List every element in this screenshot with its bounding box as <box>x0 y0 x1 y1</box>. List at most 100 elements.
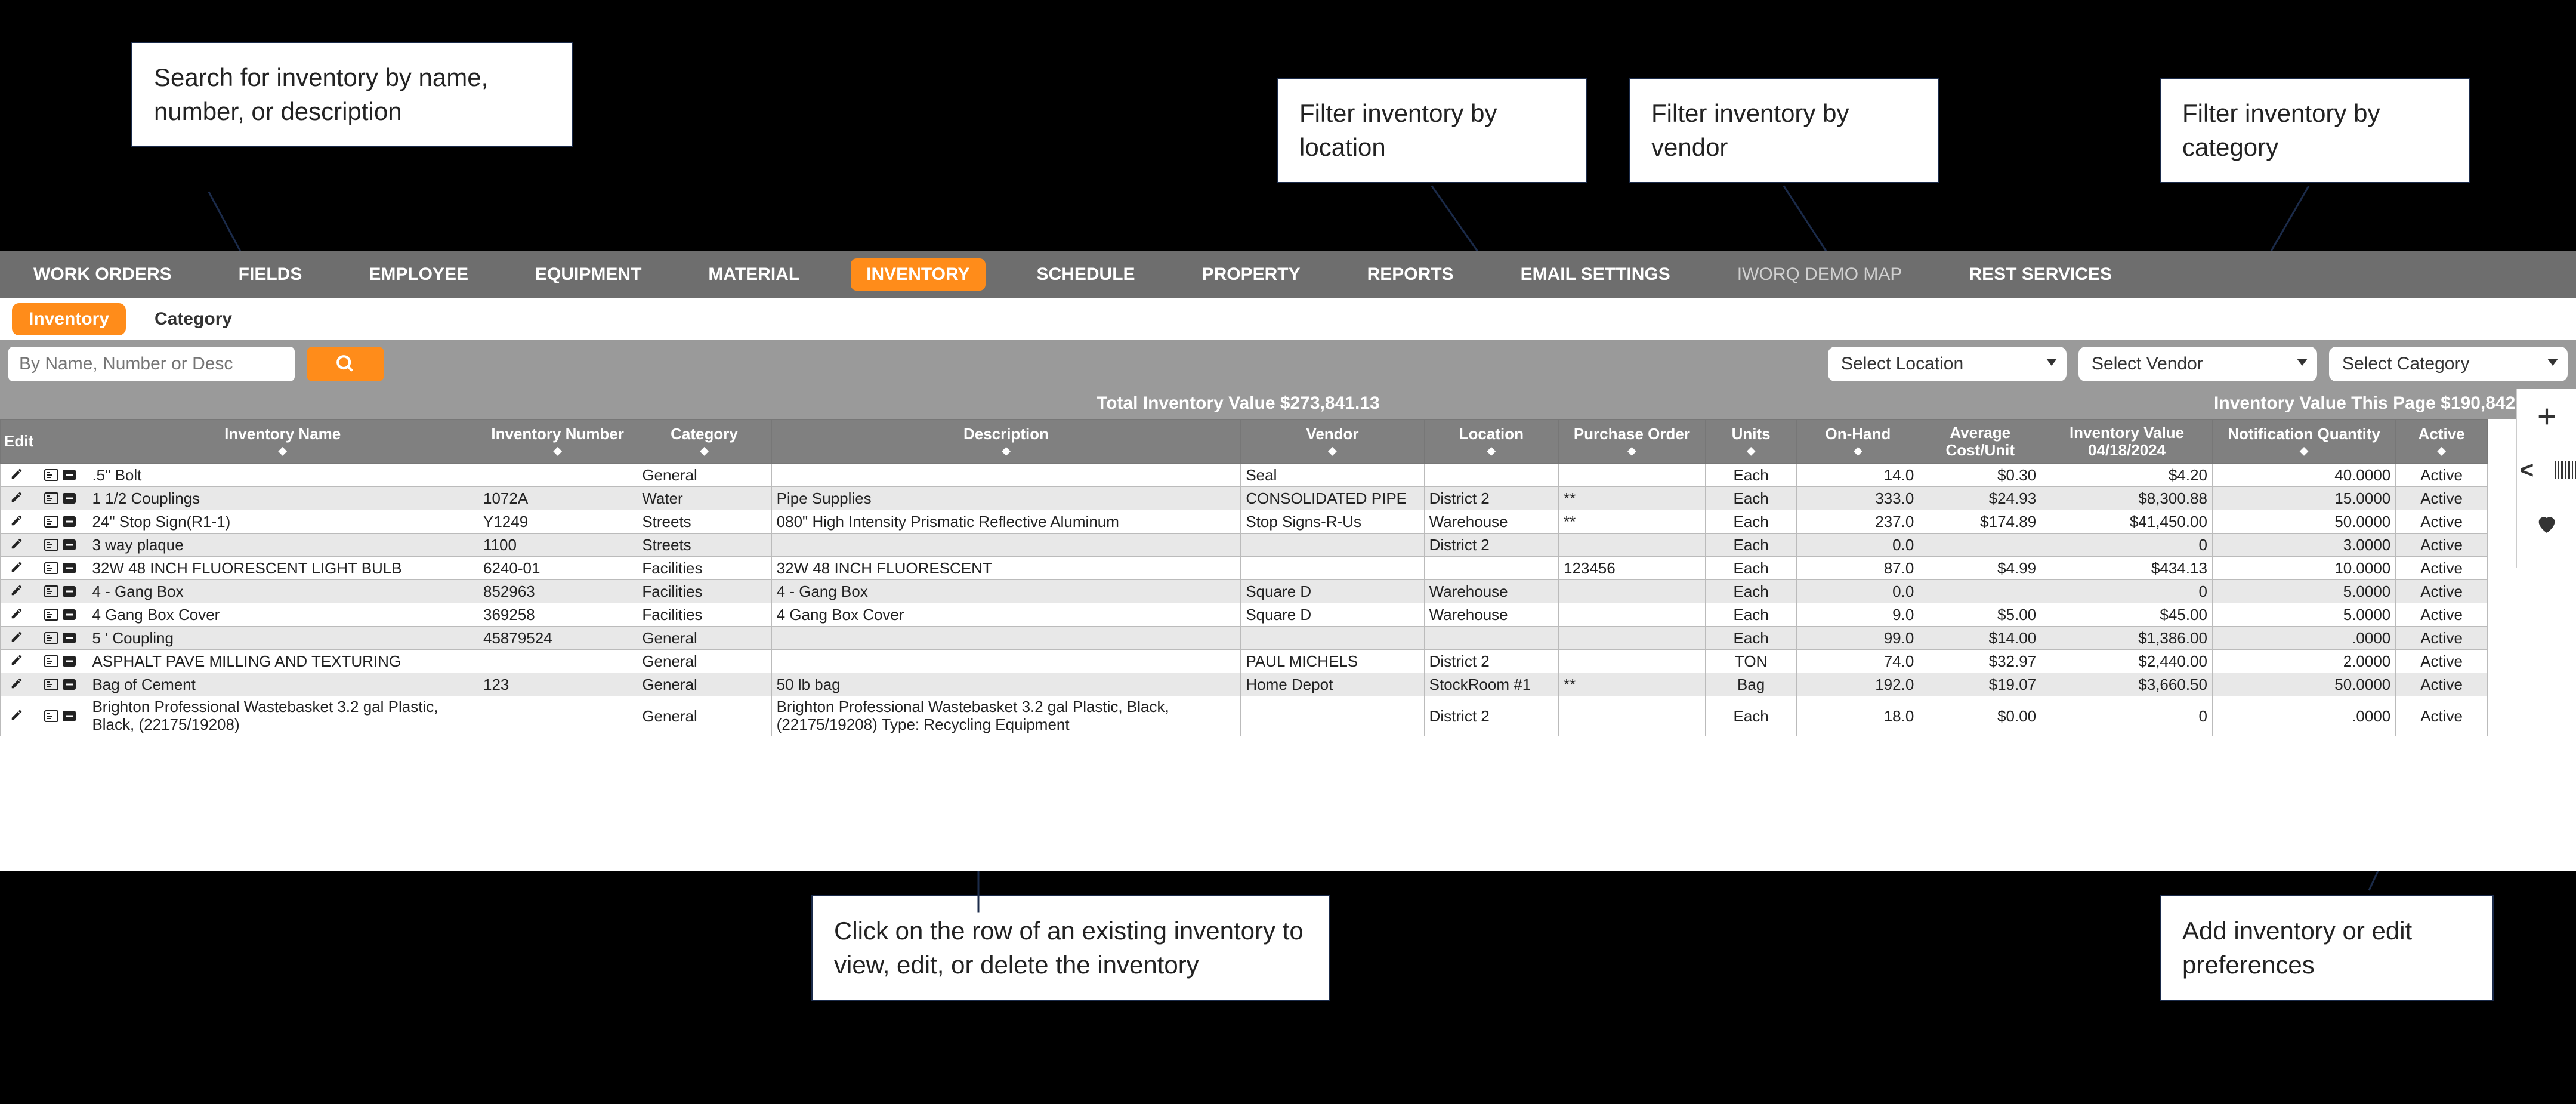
col-location-label: Location <box>1459 425 1524 443</box>
col-edit[interactable]: Edit <box>1 420 33 464</box>
cell-active: Active <box>2396 464 2488 487</box>
add-button[interactable] <box>2529 399 2565 434</box>
cell-vendor: Square D <box>1241 580 1424 603</box>
cell-units: Each <box>1705 580 1797 603</box>
action-cell[interactable] <box>33 464 87 487</box>
barcode-button[interactable] <box>2549 452 2576 488</box>
table-row[interactable]: 24" Stop Sign(R1-1)Y1249Streets080" High… <box>1 510 2488 534</box>
nav-work-orders[interactable]: WORK ORDERS <box>18 258 187 291</box>
nav-fields[interactable]: FIELDS <box>223 258 318 291</box>
col-location[interactable]: Location◆ <box>1424 420 1558 464</box>
edit-cell[interactable] <box>1 534 33 557</box>
action-cell[interactable] <box>33 627 87 650</box>
remove-icon <box>61 708 78 724</box>
col-notq[interactable]: Notification Quantity◆ <box>2212 420 2395 464</box>
select-vendor[interactable]: Select Vendor <box>2078 347 2317 381</box>
nav-material[interactable]: MATERIAL <box>693 258 815 291</box>
sort-icon: ◆ <box>776 445 1237 457</box>
collapse-button[interactable]: < <box>2509 452 2545 488</box>
nav-employee[interactable]: EMPLOYEE <box>353 258 484 291</box>
cell-location: Warehouse <box>1424 603 1558 627</box>
chevron-left-icon: < <box>2520 457 2534 484</box>
action-cell[interactable] <box>33 603 87 627</box>
table-row[interactable]: 4 - Gang Box852963Facilities4 - Gang Box… <box>1 580 2488 603</box>
action-cell[interactable] <box>33 580 87 603</box>
pencil-icon <box>8 535 25 552</box>
cell-description: Pipe Supplies <box>771 487 1241 510</box>
table-row[interactable]: Brighton Professional Wastebasket 3.2 ga… <box>1 696 2488 736</box>
cell-po: ** <box>1558 673 1705 696</box>
action-cell[interactable] <box>33 673 87 696</box>
cell-po <box>1558 603 1705 627</box>
nav-inventory[interactable]: INVENTORY <box>851 258 985 291</box>
table-row[interactable]: ASPHALT PAVE MILLING AND TEXTURINGGenera… <box>1 650 2488 673</box>
table-row[interactable]: Bag of Cement123General50 lb bagHome Dep… <box>1 673 2488 696</box>
col-units[interactable]: Units◆ <box>1705 420 1797 464</box>
edit-cell[interactable] <box>1 650 33 673</box>
nav-property[interactable]: PROPERTY <box>1187 258 1316 291</box>
remove-icon <box>61 467 78 483</box>
edit-cell[interactable] <box>1 487 33 510</box>
col-description[interactable]: Description◆ <box>771 420 1241 464</box>
edit-cell[interactable] <box>1 673 33 696</box>
action-cell[interactable] <box>33 696 87 736</box>
search-button[interactable] <box>307 347 384 381</box>
col-po[interactable]: Purchase Order◆ <box>1558 420 1705 464</box>
action-cell[interactable] <box>33 534 87 557</box>
edit-cell[interactable] <box>1 464 33 487</box>
favorite-button[interactable] <box>2529 506 2565 542</box>
nav-equipment[interactable]: EQUIPMENT <box>520 258 657 291</box>
cell-onhand: 0.0 <box>1797 534 1919 557</box>
edit-cell[interactable] <box>1 557 33 580</box>
remove-icon <box>61 560 78 576</box>
action-cell[interactable] <box>33 557 87 580</box>
nav-reports[interactable]: REPORTS <box>1352 258 1469 291</box>
edit-cell[interactable] <box>1 580 33 603</box>
cell-avg <box>1919 580 2041 603</box>
cell-name: 4 Gang Box Cover <box>87 603 478 627</box>
pencil-icon <box>8 582 25 599</box>
edit-cell[interactable] <box>1 627 33 650</box>
table-row[interactable]: 1 1/2 Couplings1072AWaterPipe SuppliesCO… <box>1 487 2488 510</box>
col-vendor[interactable]: Vendor◆ <box>1241 420 1424 464</box>
col-category[interactable]: Category◆ <box>637 420 771 464</box>
cell-active: Active <box>2396 696 2488 736</box>
select-location[interactable]: Select Location <box>1828 347 2067 381</box>
nav-schedule[interactable]: SCHEDULE <box>1021 258 1151 291</box>
col-active[interactable]: Active◆ <box>2396 420 2488 464</box>
edit-cell[interactable] <box>1 696 33 736</box>
search-input[interactable] <box>8 347 295 381</box>
action-cell[interactable] <box>33 487 87 510</box>
cell-category: General <box>637 464 771 487</box>
table-row[interactable]: 32W 48 INCH FLUORESCENT LIGHT BULB6240-0… <box>1 557 2488 580</box>
tab-category[interactable]: Category <box>138 303 249 335</box>
col-avg[interactable]: Average Cost/Unit <box>1919 420 2041 464</box>
select-category[interactable]: Select Category <box>2329 347 2568 381</box>
edit-cell[interactable] <box>1 603 33 627</box>
action-cell[interactable] <box>33 510 87 534</box>
cell-val: $45.00 <box>2041 603 2213 627</box>
table-row[interactable]: .5" BoltGeneralSealEach14.0$0.30$4.2040.… <box>1 464 2488 487</box>
detail-icon <box>43 708 60 724</box>
table-row[interactable]: 4 Gang Box Cover369258Facilities4 Gang B… <box>1 603 2488 627</box>
col-onhand[interactable]: On-Hand◆ <box>1797 420 1919 464</box>
action-cell[interactable] <box>33 650 87 673</box>
col-number[interactable]: Inventory Number◆ <box>478 420 637 464</box>
nav-rest-services[interactable]: REST SERVICES <box>1953 258 2127 291</box>
nav-email-settings[interactable]: EMAIL SETTINGS <box>1505 258 1686 291</box>
cell-po <box>1558 650 1705 673</box>
col-name[interactable]: Inventory Name◆ <box>87 420 478 464</box>
tab-inventory[interactable]: Inventory <box>12 303 126 335</box>
cell-po: ** <box>1558 510 1705 534</box>
table-row[interactable]: 3 way plaque1100StreetsDistrict 2Each0.0… <box>1 534 2488 557</box>
cell-units: Each <box>1705 464 1797 487</box>
edit-cell[interactable] <box>1 510 33 534</box>
chevron-down-icon <box>2547 359 2558 366</box>
cell-units: TON <box>1705 650 1797 673</box>
col-val[interactable]: Inventory Value04/18/2024 <box>2041 420 2213 464</box>
sort-icon: ◆ <box>1244 445 1420 457</box>
nav-iworq-demo-map[interactable]: IWORQ DEMO MAP <box>1722 258 1918 291</box>
table-row[interactable]: 5 ' Coupling45879524GeneralEach99.0$14.0… <box>1 627 2488 650</box>
cell-name: ASPHALT PAVE MILLING AND TEXTURING <box>87 650 478 673</box>
cell-avg: $14.00 <box>1919 627 2041 650</box>
